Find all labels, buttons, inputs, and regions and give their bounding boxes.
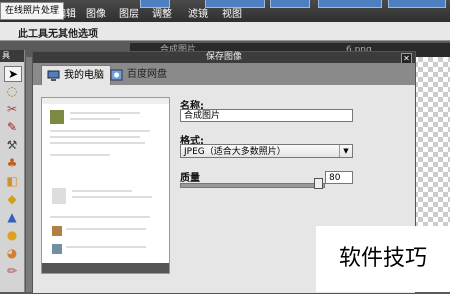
menu-image[interactable]: 图像 [86, 5, 106, 20]
computer-icon [47, 70, 60, 81]
stamp-tool-icon[interactable]: ♣ [4, 156, 20, 170]
tab-label-baidu-cloud: 百度网盘 [127, 69, 167, 80]
pencil-tool-icon[interactable]: ✏ [4, 264, 20, 278]
name-input[interactable]: 合成图片 [180, 109, 353, 122]
quality-slider-thumb[interactable] [314, 178, 324, 189]
top-tab[interactable] [270, 0, 310, 8]
menu-filter[interactable]: 滤镜 [188, 5, 208, 20]
dialog-tabs: 我的电脑 百度网盘 [33, 63, 415, 86]
sharpen-tool-icon[interactable]: ▲ [4, 210, 20, 224]
chevron-down-icon: ▼ [339, 145, 352, 157]
format-select-value: JPEG（适合大多数照片） [184, 147, 286, 157]
dodge-tool-icon[interactable]: ◕ [4, 246, 20, 260]
crop-tool-icon[interactable]: ✂ [4, 102, 20, 116]
quality-input[interactable]: 80 [325, 171, 353, 184]
tooltip-online-photo: 在线照片处理 [0, 2, 65, 20]
menu-adjust[interactable]: 调整 [152, 5, 172, 20]
watermark-text: 软件技巧 [316, 226, 450, 292]
format-select[interactable]: JPEG（适合大多数照片） ▼ [180, 144, 353, 158]
blur-tool-icon[interactable]: ● [4, 228, 20, 242]
bucket-tool-icon[interactable]: ◆ [4, 192, 20, 206]
top-tab[interactable] [388, 0, 446, 8]
menu-bar: 在线照片处理 编辑 图像 图层 调整 滤镜 视图 [0, 0, 450, 22]
image-preview [41, 97, 170, 274]
quality-label: 质量 [180, 173, 200, 184]
menu-view[interactable]: 视图 [222, 5, 242, 20]
top-tab[interactable] [318, 0, 382, 8]
cloud-icon [110, 69, 123, 81]
lasso-tool-icon[interactable]: ◌ [4, 84, 20, 98]
brush-tool-icon[interactable]: ✎ [4, 120, 20, 134]
tab-label-my-computer: 我的电脑 [64, 70, 104, 81]
dialog-title: 保存图像 [33, 52, 415, 63]
tab-my-computer[interactable]: 我的电脑 [41, 65, 111, 86]
eraser-tool-icon[interactable]: ◧ [4, 174, 20, 188]
tab-baidu-cloud[interactable]: 百度网盘 [105, 65, 173, 85]
tools-header: 具 [0, 50, 24, 62]
tools-panel: 具 ➤ ◌ ✂ ✎ ⚒ ♣ ◧ ◆ ▲ ● ◕ ✏ [0, 50, 25, 292]
wrench-tool-icon[interactable]: ⚒ [4, 138, 20, 152]
move-tool-icon[interactable]: ➤ [4, 66, 22, 82]
quality-slider-track[interactable] [180, 183, 325, 188]
options-bar: 此工具无其他选项 [0, 22, 450, 41]
menu-edit[interactable]: 编辑 [56, 5, 76, 20]
menu-layer[interactable]: 图层 [119, 5, 139, 20]
options-text: 此工具无其他选项 [18, 29, 98, 40]
